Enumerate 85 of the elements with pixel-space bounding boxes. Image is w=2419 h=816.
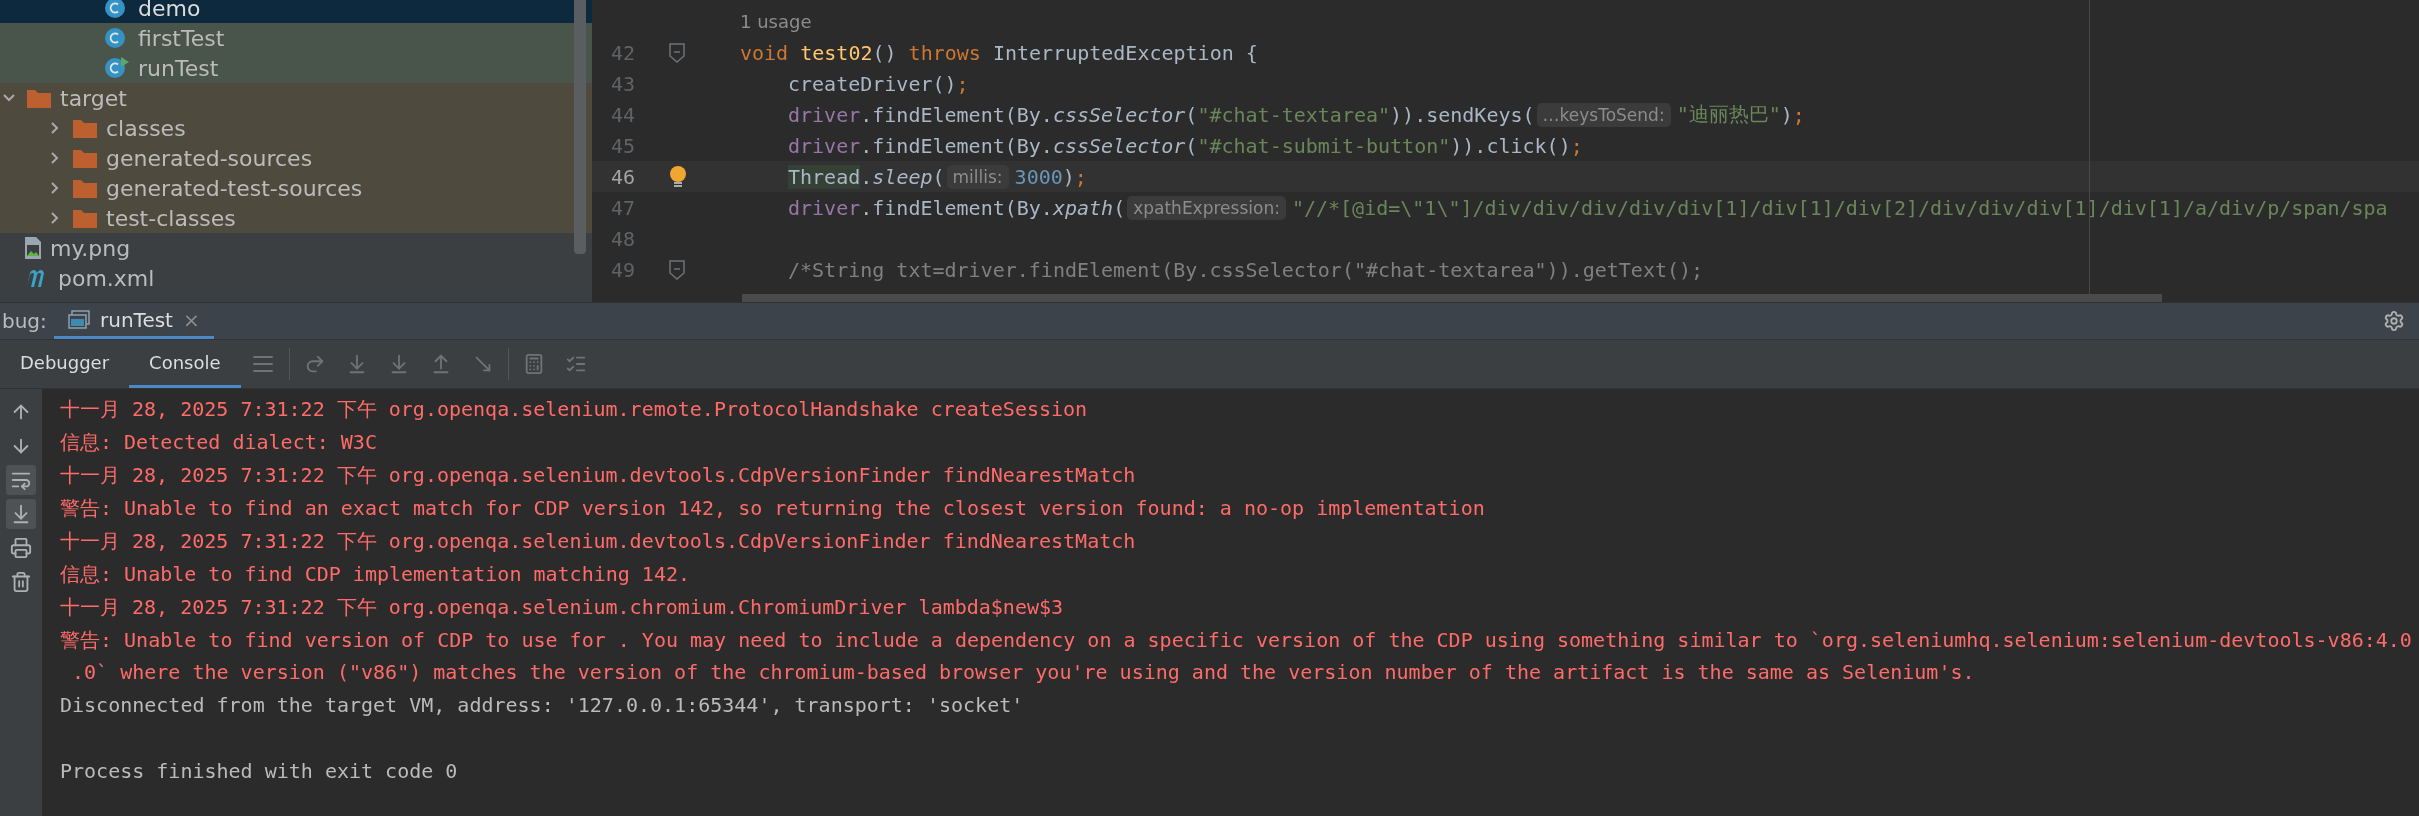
code-token: driver — [788, 133, 861, 158]
folder-icon — [72, 117, 98, 139]
line-number: 46 — [610, 164, 636, 189]
code-token: ; — [1792, 102, 1805, 127]
line-number: 48 — [610, 226, 636, 251]
line-number: 47 — [610, 195, 636, 220]
code-token: driver — [788, 195, 861, 220]
fold-marker-icon[interactable] — [669, 259, 686, 280]
console-line: 警告: Unable to find version of CDP to use for . You may need to include a dependency on a specific version of the CDP using something similar to `org.seleniumhq.selenium:selenium-devtools-v86:4.0 — [60, 627, 2413, 654]
image-file-icon — [24, 236, 42, 260]
fold-marker-icon[interactable] — [669, 42, 686, 63]
console-line: 信息: Unable to find CDP implementation matching 142. — [60, 561, 691, 588]
code-token: )).sendKeys( — [1390, 102, 1535, 127]
soft-wrap-icon[interactable] — [6, 465, 36, 495]
runnable-class-icon — [104, 56, 130, 80]
code-token: .findElement(By. — [860, 102, 1053, 127]
code-token: "迪丽热巴" — [1676, 101, 1781, 128]
code-token: ) — [1780, 102, 1793, 127]
console-line: 十一月 28, 2025 7:31:22 下午 org.openqa.selenium.devtools.CdpVersionFinder findNearestMatch — [60, 528, 1137, 555]
console-line: Disconnected from the target VM, address: '127.0.0.1:65344', transport: 'socket' — [60, 693, 1025, 719]
code-token: sleep — [872, 164, 933, 189]
code-token: throws — [908, 40, 982, 65]
usage-hint[interactable]: 1 usage — [740, 11, 812, 32]
code-token: /*String txt=driver.findElement(By.cssSelector("#chat-textarea")).getText(); — [788, 257, 1704, 282]
line-number: 43 — [610, 71, 636, 96]
lightbulb-icon[interactable] — [669, 164, 688, 189]
code-token: InterruptedException { — [992, 40, 1258, 65]
scrollbar[interactable] — [574, 0, 586, 254]
folder-icon — [72, 177, 98, 199]
settings-icon[interactable] — [2383, 310, 2405, 332]
code-token: )).click() — [1450, 133, 1571, 158]
code-token: driver — [788, 102, 861, 127]
code-token: test02 — [800, 40, 873, 65]
panel-tab[interactable]: Debugger — [0, 340, 130, 388]
code-token: ) — [1062, 164, 1075, 189]
code-token: ; — [956, 71, 969, 96]
folder-icon — [26, 87, 52, 109]
console-line: Process finished with exit code 0 — [60, 759, 459, 785]
tree-item[interactable]: generated-sources — [0, 143, 592, 173]
code-token: ( — [1185, 102, 1198, 127]
code-token: ( — [1113, 195, 1126, 220]
code-token: .findElement(By. — [860, 195, 1053, 220]
parameter-hint: millis: — [946, 164, 1009, 189]
parameter-hint: xpathExpression: — [1127, 195, 1286, 220]
code-token: xpath — [1052, 195, 1114, 220]
line-number: 45 — [610, 133, 636, 158]
folder-icon — [72, 207, 98, 229]
console-line: 十一月 28, 2025 7:31:22 下午 org.openqa.selenium.devtools.CdpVersionFinder findNearestMatch — [60, 462, 1137, 489]
line-number: 44 — [610, 102, 636, 127]
debug-label: bug: — [2, 309, 46, 333]
code-token: createDriver() — [788, 71, 957, 96]
line-number: 42 — [610, 40, 636, 65]
code-token: 3000 — [1014, 164, 1063, 189]
line-number: 49 — [610, 257, 636, 282]
tree-item[interactable]: target — [0, 83, 592, 113]
code-token: cssSelector — [1052, 102, 1186, 127]
code-token: .findElement(By. — [860, 133, 1053, 158]
code-token: cssSelector — [1052, 133, 1186, 158]
scrollbar[interactable] — [742, 294, 2162, 302]
console-line: 十一月 28, 2025 7:31:22 下午 org.openqa.selenium.remote.ProtocolHandshake createSession — [60, 396, 1089, 423]
code-token: ( — [1185, 133, 1198, 158]
code-token: Thread — [788, 164, 861, 189]
tree-item[interactable]: classes — [0, 113, 592, 143]
code-token: "#chat-textarea" — [1197, 102, 1391, 127]
code-token: ( — [932, 164, 945, 189]
window-icon — [68, 309, 90, 330]
code-token: "//*[@id=\"1\"]/div/div/div/div/div[1]/div[1]/div[2]/div/div/div[1]/div[1]/a/div/p/span/spa — [1291, 195, 2388, 220]
close-icon[interactable]: × — [182, 307, 200, 332]
tree-item[interactable]: generated-test-sources — [0, 173, 592, 203]
code-token: () — [872, 40, 898, 65]
console-line: 警告: Unable to find an exact match for CDP version 142, so returning the closest version found: a no-op implementation — [60, 495, 1486, 522]
parameter-hint: …keysToSend: — [1536, 102, 1671, 127]
console-line: .0` where the version ("v86") matches the version of the chromium-based browser you're using and the version number of the artifact is the same as Selenium's. — [71, 660, 1976, 686]
tree-item[interactable]: runTest — [0, 53, 592, 83]
scroll-to-end-icon[interactable] — [6, 499, 36, 529]
console-line: 十一月 28, 2025 7:31:22 下午 org.openqa.selenium.chromium.ChromiumDriver lambda$new$3 — [60, 594, 1065, 621]
code-token: ; — [1074, 164, 1087, 189]
tree-item[interactable]: test-classes — [0, 203, 592, 233]
console-line: 信息: Detected dialect: W3C — [60, 429, 378, 456]
code-token: void — [740, 40, 790, 65]
code-token: "#chat-submit-button" — [1197, 133, 1451, 158]
tree-item[interactable]: firstTest — [0, 23, 592, 53]
folder-icon — [72, 147, 98, 169]
code-token: . — [860, 164, 873, 189]
code-token: ; — [1570, 133, 1583, 158]
